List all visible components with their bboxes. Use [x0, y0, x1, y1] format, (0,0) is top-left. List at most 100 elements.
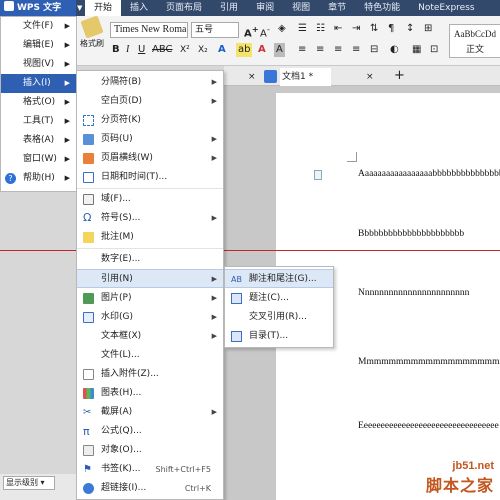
insert-page-number[interactable]: 页码(U) ▶: [77, 130, 223, 149]
new-tab-icon[interactable]: +: [394, 68, 405, 86]
cross-reference-item[interactable]: 交叉引用(R)...: [225, 308, 333, 327]
app-dropdown-icon[interactable]: ▼: [77, 0, 85, 16]
tab-features[interactable]: 特色功能: [355, 0, 409, 16]
tab-section[interactable]: 章节: [319, 0, 355, 16]
line-spacing-icon[interactable]: ↕: [406, 22, 414, 36]
insert-number[interactable]: 数字(E)...: [77, 250, 223, 269]
doc-tab-close-icon[interactable]: ×: [366, 68, 374, 86]
distribute-icon[interactable]: ⊟: [370, 43, 378, 57]
insert-date-time[interactable]: 日期和时间(T)...: [77, 168, 223, 187]
decrease-indent-icon[interactable]: ⇤: [334, 22, 342, 36]
font-name-select[interactable]: Times New Roma: [110, 22, 188, 38]
paragraph-settings-icon[interactable]: ⊡: [430, 43, 438, 57]
tab-home[interactable]: 开始: [85, 0, 122, 16]
paragraph-handle-icon[interactable]: [314, 170, 322, 180]
wps-logo-icon: [4, 1, 14, 11]
attachment-icon: [83, 369, 94, 380]
doc-line-4[interactable]: Mmmmmmmmmmmmmmmmmmmmmmmmm: [358, 357, 500, 367]
document-tab[interactable]: 文档1 *: [280, 68, 332, 86]
insert-chart[interactable]: 图表(H)...: [77, 384, 223, 403]
increase-indent-icon[interactable]: ⇥: [352, 22, 360, 36]
menu-format[interactable]: 格式(O) ▶: [1, 93, 76, 112]
align-center-icon[interactable]: ≡: [316, 43, 324, 57]
insert-page-break[interactable]: 分页符(K): [77, 111, 223, 130]
insert-watermark[interactable]: 水印(G) ▶: [77, 308, 223, 327]
paragraph-shading-icon[interactable]: ◐: [390, 43, 399, 57]
superscript-icon[interactable]: X²: [180, 43, 190, 57]
insert-separator[interactable]: 分隔符(B) ▶: [77, 73, 223, 92]
main-menu: 文件(F) ▶ 编辑(E) ▶ 视图(V) ▶ 插入(I) ▶ 格式(O) ▶ 工具(T)…: [0, 16, 77, 192]
toc-item[interactable]: 目录(T)...: [225, 327, 333, 346]
doc-line-2[interactable]: Bbbbbbbbbbbbbbbbbbbbbb: [358, 229, 500, 239]
tab-page-layout[interactable]: 页面布局: [157, 0, 211, 16]
doc-line-1[interactable]: Aaaaaaaaaaaaaaaaabbbbbbbbbbbbbbbbbb: [358, 169, 500, 179]
insert-symbol[interactable]: Ω 符号(S)... ▶: [77, 209, 223, 228]
insert-comment[interactable]: 批注(M): [77, 228, 223, 247]
tab-insert[interactable]: 插入: [121, 0, 157, 16]
tab-close-icon[interactable]: ×: [248, 68, 256, 86]
menu-file[interactable]: 文件(F) ▶: [1, 17, 76, 36]
justify-icon[interactable]: ≡: [352, 43, 360, 57]
insert-field[interactable]: 域(F)...: [77, 190, 223, 209]
menu-window[interactable]: 窗口(W) ▶: [1, 150, 76, 169]
clear-format-icon[interactable]: ◈: [278, 22, 286, 36]
wps-app-button[interactable]: WPS 文字: [0, 0, 76, 16]
tab-review[interactable]: 审阅: [247, 0, 283, 16]
menu-separator: [77, 188, 223, 189]
italic-icon[interactable]: I: [126, 43, 129, 57]
table-border-icon[interactable]: ▦: [412, 43, 421, 57]
char-shading-icon[interactable]: A: [274, 43, 285, 57]
font-size-select[interactable]: 五号: [191, 22, 239, 38]
numbering-icon[interactable]: ☷: [316, 22, 325, 36]
insert-textbox[interactable]: 文本框(X) ▶: [77, 327, 223, 346]
sort-icon[interactable]: ⇅: [370, 22, 378, 36]
doc-line-3[interactable]: Nnnnnnnnnnnnnnnnnnnnnnn: [358, 288, 500, 298]
bullets-icon[interactable]: ☰: [298, 22, 307, 36]
bold-icon[interactable]: B: [112, 43, 120, 57]
strikethrough-icon[interactable]: ABC: [152, 43, 173, 57]
insert-formula[interactable]: π 公式(Q)...: [77, 422, 223, 441]
insert-file[interactable]: 文件(L)...: [77, 346, 223, 365]
format-painter-button[interactable]: 格式刷: [78, 15, 106, 62]
menu-edit[interactable]: 编辑(E) ▶: [1, 36, 76, 55]
insert-screenshot[interactable]: ✂ 截屏(A) ▶: [77, 403, 223, 422]
tab-references[interactable]: 引用: [211, 0, 247, 16]
style-normal[interactable]: AaBbCcDd 正文: [449, 24, 500, 58]
align-right-icon[interactable]: ≡: [334, 43, 342, 57]
grow-font-icon[interactable]: A+: [244, 22, 259, 41]
show-marks-icon[interactable]: ¶: [388, 22, 394, 36]
menu-view[interactable]: 视图(V) ▶: [1, 55, 76, 74]
underline-icon[interactable]: U: [138, 43, 145, 57]
insert-header-line[interactable]: 页眉横线(W) ▶: [77, 149, 223, 168]
insert-blank-page[interactable]: 空白页(D) ▶: [77, 92, 223, 111]
insert-object[interactable]: 对象(O)...: [77, 441, 223, 460]
menu-tools[interactable]: 工具(T) ▶: [1, 112, 76, 131]
caption-item[interactable]: 题注(C)...: [225, 289, 333, 308]
insert-bookmark[interactable]: ⚑ 书签(K)... Shift+Ctrl+F5: [77, 460, 223, 479]
doc-line-5[interactable]: Eeeeeeeeeeeeeeeeeeeeeeeeeeeeeeeee: [358, 421, 500, 431]
insert-reference[interactable]: 引用(N) ▶: [77, 269, 223, 288]
menu-help[interactable]: ? 帮助(H) ▶: [1, 169, 76, 188]
subscript-icon[interactable]: X₂: [198, 43, 208, 57]
footnote-endnote-item[interactable]: AB 脚注和尾注(G)...: [225, 269, 333, 288]
reference-submenu: AB 脚注和尾注(G)... 题注(C)... 交叉引用(R)... 目录(T).…: [224, 266, 334, 348]
insert-picture[interactable]: 图片(P) ▶: [77, 289, 223, 308]
text-color-icon[interactable]: A: [258, 43, 266, 57]
insert-hyperlink[interactable]: 超链接(I)... Ctrl+K: [77, 479, 223, 498]
menu-table[interactable]: 表格(A) ▶: [1, 131, 76, 150]
ribbon: 格式刷 Times New Roma 五号 A+ A- ◈ B I U ABC …: [76, 15, 500, 66]
outline-level-select[interactable]: 显示级别 ▾: [3, 476, 55, 490]
shrink-font-icon[interactable]: A-: [260, 22, 270, 41]
tab-view[interactable]: 视图: [283, 0, 319, 16]
insert-attachment[interactable]: 插入附件(Z)...: [77, 365, 223, 384]
app-title: WPS 文字: [17, 3, 62, 13]
font-color-icon[interactable]: A: [218, 43, 226, 57]
tab-noteexpress[interactable]: NoteExpress: [409, 0, 483, 16]
watermark-name: 脚本之家: [425, 476, 494, 495]
menu-insert[interactable]: 插入(I) ▶: [1, 74, 76, 93]
highlight-icon[interactable]: ab: [236, 43, 253, 57]
borders-icon[interactable]: ⊞: [424, 22, 432, 36]
picture-icon: [83, 293, 94, 304]
brush-icon: [80, 15, 104, 39]
align-left-icon[interactable]: ≡: [298, 43, 306, 57]
